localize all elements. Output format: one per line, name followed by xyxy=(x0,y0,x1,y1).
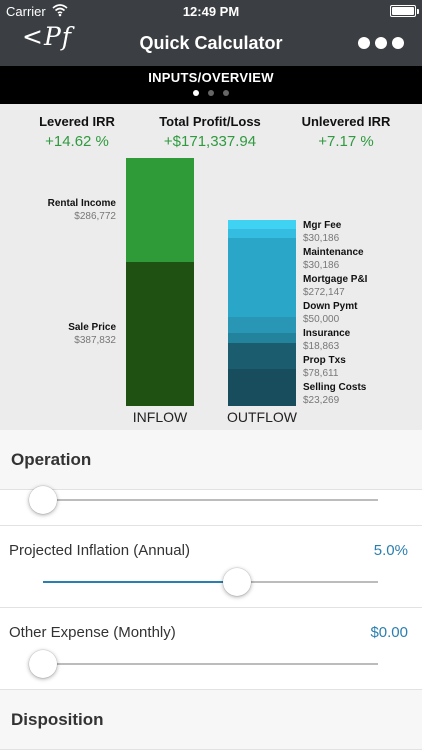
outflow-item-down-pymt: Down Pymt $50,000 xyxy=(303,301,357,325)
outflow-segment-maintenance xyxy=(228,229,296,238)
section-header-disposition: Disposition xyxy=(0,690,422,750)
metric-unlevered-irr: Unlevered IRR +7.17 % xyxy=(286,114,406,150)
outflow-segment-mgr-fee xyxy=(228,220,296,229)
metric-label: Unlevered IRR xyxy=(301,114,391,129)
outflow-item-mgr-fee: Mgr Fee $30,186 xyxy=(303,220,341,244)
page-dot[interactable] xyxy=(193,90,199,96)
inflow-item-label: Sale Price xyxy=(68,322,116,333)
section-header-operation: Operation xyxy=(0,430,422,490)
status-time: 12:49 PM xyxy=(182,4,240,19)
outflow-item-value: $78,611 xyxy=(303,368,339,379)
inflow-item-value: $286,772 xyxy=(74,211,116,222)
outflow-segment-prop-txs xyxy=(228,343,296,369)
outflow-item-value: $18,863 xyxy=(303,341,340,352)
inflow-item-rental-income: Rental Income $286,772 xyxy=(0,198,116,222)
inflow-segment-rental-income xyxy=(126,158,194,262)
operation-slider-track[interactable] xyxy=(43,499,378,501)
projected-inflation-row: Projected Inflation (Annual) 5.0% xyxy=(0,526,422,608)
outflow-segment-selling-costs xyxy=(228,369,296,406)
outflow-item-prop-txs: Prop Txs $78,611 xyxy=(303,355,346,379)
inflow-item-label: Rental Income xyxy=(47,198,116,209)
outflow-segment-down-pymt xyxy=(228,317,296,333)
battery-icon xyxy=(390,5,419,17)
projected-inflation-slider-thumb[interactable] xyxy=(223,568,252,596)
metric-value: +14.62 % xyxy=(45,133,109,150)
nav-header: Carrier 12:49 PM <Pf Quick Calculator xyxy=(0,0,422,66)
section-header-label: Operation xyxy=(11,450,92,469)
other-expense-value: $0.00 xyxy=(370,624,408,641)
inflow-item-value: $387,832 xyxy=(74,335,116,346)
outflow-item-label: Maintenance xyxy=(303,247,364,258)
metric-total-profit-loss: Total Profit/Loss +$171,337.94 xyxy=(146,114,274,150)
status-bar: Carrier 12:49 PM xyxy=(0,0,422,22)
other-expense-slider-thumb[interactable] xyxy=(29,650,57,678)
outflow-item-label: Mgr Fee xyxy=(303,220,342,231)
projected-inflation-value: 5.0% xyxy=(373,542,408,559)
projected-inflation-label: Projected Inflation (Annual) xyxy=(9,542,190,559)
outflow-item-label: Selling Costs xyxy=(303,382,367,393)
outflow-item-label: Mortgage P&I xyxy=(303,274,368,285)
inflow-label: INFLOW xyxy=(132,409,188,425)
settings-list: Operation Projected Inflation (Annual) 5… xyxy=(0,430,422,750)
outflow-item-insurance: Insurance $18,863 xyxy=(303,328,350,352)
outflow-item-mortgage: Mortgage P&I $272,147 xyxy=(303,274,367,298)
outflow-item-label: Insurance xyxy=(303,328,351,339)
page-dot[interactable] xyxy=(223,90,229,96)
inflow-item-sale-price: Sale Price $387,832 xyxy=(0,322,116,346)
outflow-item-value: $30,186 xyxy=(303,233,340,244)
outflow-segment-mortgage xyxy=(228,238,296,317)
other-expense-slider-track[interactable] xyxy=(43,663,378,665)
overview-panel: Levered IRR +14.62 % Total Profit/Loss +… xyxy=(0,104,422,430)
metric-value: +7.17 % xyxy=(318,133,374,150)
other-expense-row: Other Expense (Monthly) $0.00 xyxy=(0,608,422,690)
outflow-item-label: Prop Txs xyxy=(303,355,346,366)
outflow-item-value: $272,147 xyxy=(303,287,345,298)
outflow-item-value: $30,186 xyxy=(303,260,340,271)
other-expense-label: Other Expense (Monthly) xyxy=(9,624,176,641)
outflow-item-maintenance: Maintenance $30,186 xyxy=(303,247,364,271)
operation-slider-row xyxy=(0,486,422,526)
section-bar: INPUTS/OVERVIEW xyxy=(0,66,422,104)
metric-value: +$171,337.94 xyxy=(163,133,257,150)
outflow-item-selling-costs: Selling Costs $23,269 xyxy=(303,382,366,406)
inflow-bar xyxy=(126,158,194,406)
page-dot[interactable] xyxy=(208,90,214,96)
outflow-bar xyxy=(228,220,296,406)
metric-levered-irr: Levered IRR +14.62 % xyxy=(18,114,136,150)
outflow-item-label: Down Pymt xyxy=(303,301,358,312)
projected-inflation-slider-track[interactable] xyxy=(43,581,378,583)
section-title: INPUTS/OVERVIEW xyxy=(148,70,274,85)
more-dots-icon[interactable] xyxy=(358,37,404,49)
page-control[interactable] xyxy=(0,90,422,96)
outflow-item-value: $50,000 xyxy=(303,314,340,325)
operation-slider-thumb[interactable] xyxy=(29,486,57,514)
inflow-segment-sale-price xyxy=(126,262,194,406)
section-header-label: Disposition xyxy=(11,710,104,729)
metric-label: Total Profit/Loss xyxy=(159,114,261,129)
outflow-label: OUTFLOW xyxy=(227,409,297,425)
outflow-segment-insurance xyxy=(228,333,296,343)
outflow-item-value: $23,269 xyxy=(303,395,340,406)
metric-label: Levered IRR xyxy=(39,114,115,129)
